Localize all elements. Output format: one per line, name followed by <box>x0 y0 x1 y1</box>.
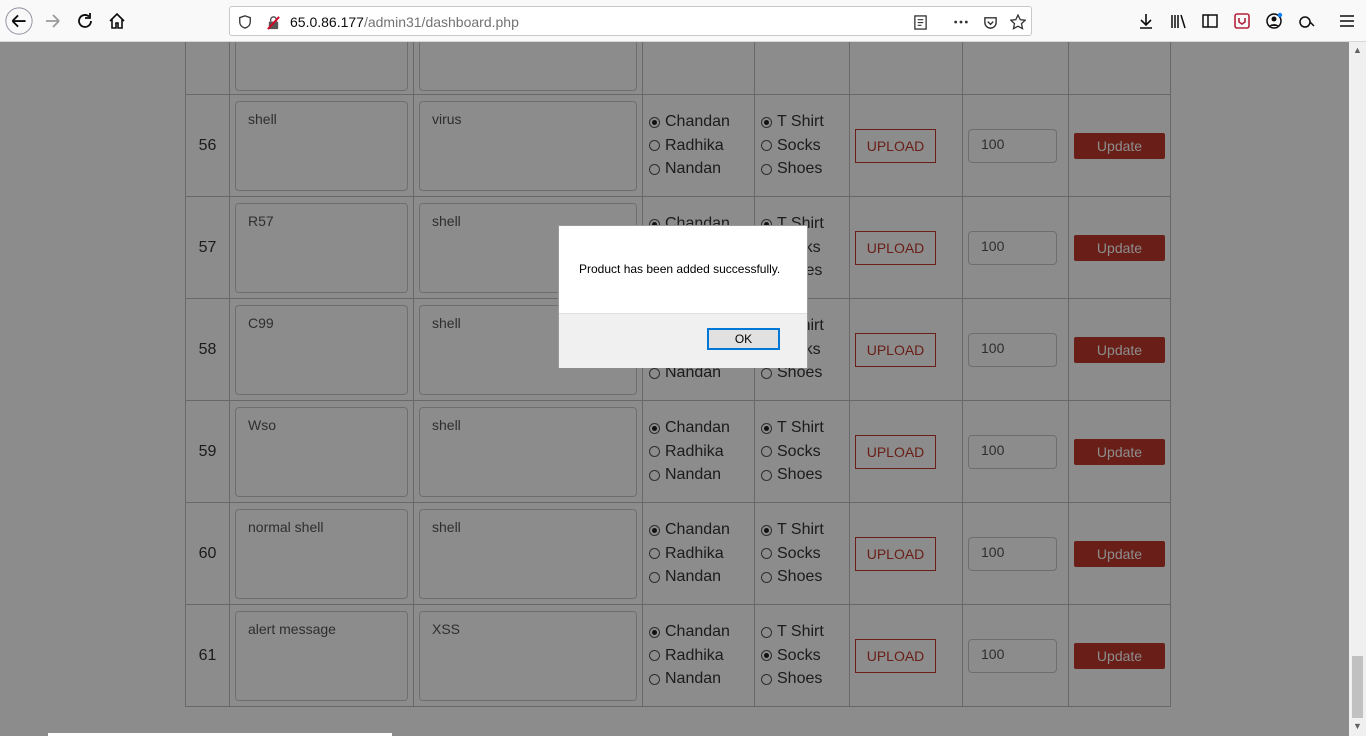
home-icon <box>109 12 125 29</box>
address-bar[interactable]: 65.0.86.177/admin31/dashboard.php <box>229 6 1032 36</box>
url-host: 65.0.86.177 <box>290 14 364 30</box>
back-arrow-icon <box>5 7 33 35</box>
forward-button[interactable] <box>37 5 69 37</box>
addon-icon <box>1299 16 1315 28</box>
downloads-button[interactable] <box>1130 5 1162 37</box>
account-button[interactable] <box>1258 5 1290 37</box>
sidebar-icon <box>1202 14 1218 28</box>
back-button[interactable] <box>3 5 35 37</box>
sidebar-button[interactable] <box>1194 5 1226 37</box>
reload-icon <box>78 13 92 28</box>
library-icon <box>1171 14 1186 29</box>
reload-button[interactable] <box>69 5 101 37</box>
url-path: /admin31/dashboard.php <box>363 14 519 30</box>
url-text[interactable]: 65.0.86.177/admin31/dashboard.php <box>290 14 519 30</box>
insecure-lock-icon[interactable] <box>264 13 282 31</box>
alert-message: Product has been added successfully. <box>579 262 781 276</box>
alert-dialog: Product has been added successfully. OK <box>558 225 808 368</box>
reader-view-icon[interactable] <box>911 13 929 31</box>
account-icon <box>1266 12 1283 29</box>
extension-icon <box>1234 13 1250 29</box>
extension-button[interactable] <box>1226 5 1258 37</box>
scroll-up-icon[interactable]: ▲ <box>1353 46 1362 55</box>
page-actions-icon[interactable] <box>952 13 970 31</box>
forward-arrow-icon <box>46 14 60 28</box>
scroll-down-icon[interactable]: ▼ <box>1353 722 1362 731</box>
browser-toolbar: 65.0.86.177/admin31/dashboard.php <box>0 0 1366 42</box>
modal-overlay <box>0 42 1349 736</box>
addon-button[interactable] <box>1290 5 1322 37</box>
scrollbar[interactable]: ▲ ▼ <box>1349 42 1366 736</box>
download-icon <box>1140 14 1152 29</box>
hamburger-menu-icon <box>1340 15 1354 27</box>
bookmark-star-icon[interactable] <box>1009 13 1027 31</box>
alert-footer: OK <box>559 313 807 368</box>
pocket-icon[interactable] <box>981 13 999 31</box>
menu-button[interactable] <box>1331 5 1363 37</box>
shield-icon[interactable] <box>236 13 254 31</box>
ok-button[interactable]: OK <box>707 328 780 350</box>
scroll-thumb[interactable] <box>1352 656 1363 718</box>
library-button[interactable] <box>1162 5 1194 37</box>
home-button[interactable] <box>101 5 133 37</box>
